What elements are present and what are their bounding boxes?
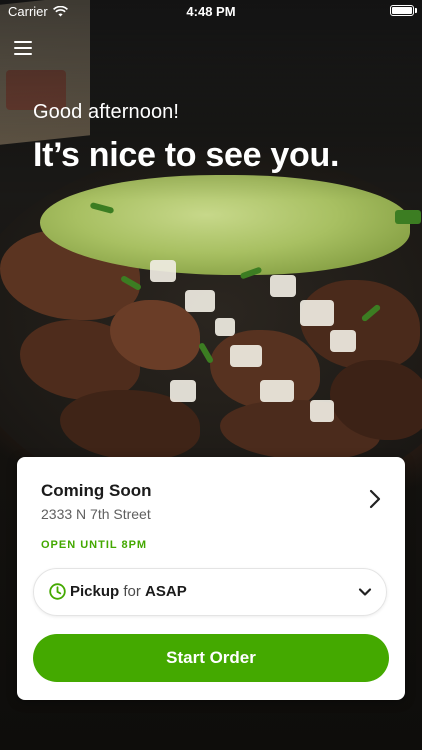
order-mode-label: Pickup: [70, 583, 120, 600]
headline-text: It’s nice to see you.: [33, 136, 340, 174]
order-time-label: ASAP: [145, 583, 187, 600]
order-connector: for: [123, 583, 141, 600]
status-bar: Carrier 4:48 PM: [0, 0, 422, 22]
greeting-text: Good afternoon!: [33, 101, 180, 123]
status-time: 4:48 PM: [186, 4, 236, 19]
menu-icon[interactable]: [14, 38, 36, 58]
home-screen: Carrier 4:48 PM Good afternoon! It’s nic…: [0, 0, 422, 750]
location-address[interactable]: 2333 N 7th Street: [41, 506, 151, 522]
location-name[interactable]: Coming Soon: [41, 481, 151, 501]
order-card: Coming Soon 2333 N 7th Street OPEN UNTIL…: [17, 457, 405, 700]
pickup-summary: Pickup for ASAP: [70, 583, 187, 600]
battery-cap: [415, 8, 417, 13]
start-order-button[interactable]: Start Order: [33, 634, 389, 682]
open-status-label: OPEN UNTIL 8PM: [41, 539, 148, 551]
pickup-time-selector[interactable]: Pickup for ASAP: [33, 568, 387, 616]
battery-icon: [390, 5, 414, 16]
chevron-down-icon: [358, 588, 372, 596]
chevron-right-icon[interactable]: [365, 487, 385, 511]
clock-icon: [49, 583, 66, 600]
